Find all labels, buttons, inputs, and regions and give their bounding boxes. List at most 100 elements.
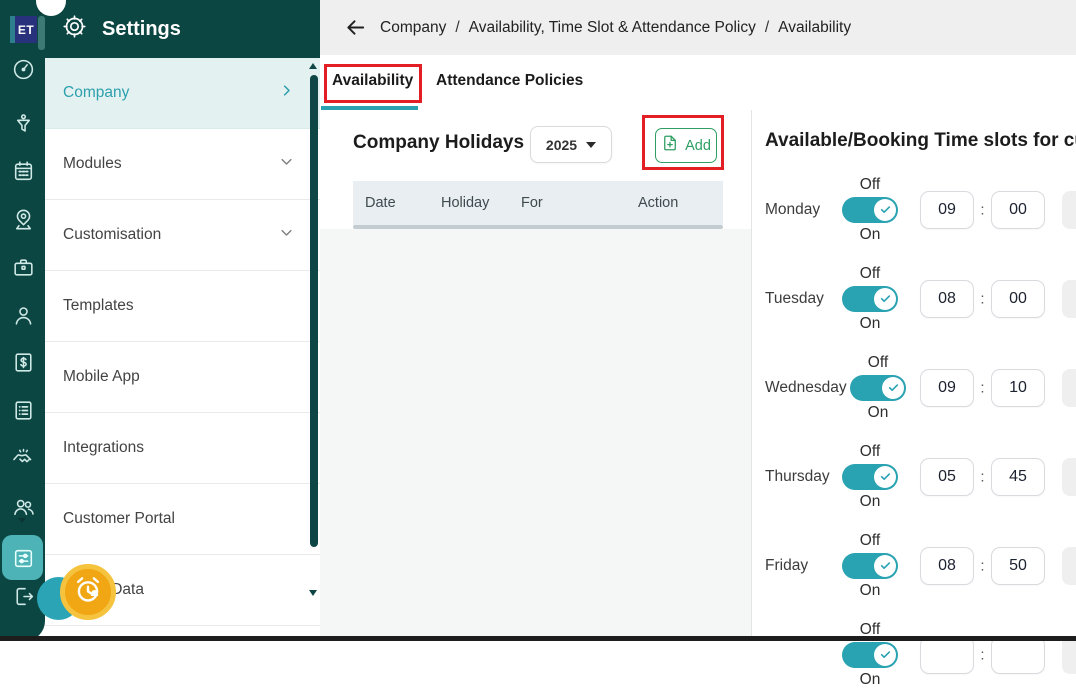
dashboard-icon[interactable] — [10, 56, 36, 82]
sidebar-item-integrations[interactable]: Integrations — [45, 413, 320, 484]
edge-clipped-control[interactable] — [1062, 546, 1076, 585]
timeslot-row-tuesday: Tuesday Off On 08 : 00 — [752, 254, 1076, 343]
toggle-check-icon — [874, 643, 896, 666]
off-label: Off — [859, 531, 881, 549]
calendar-icon[interactable] — [10, 158, 36, 184]
reminder-floating-button[interactable] — [60, 564, 116, 620]
on-label: On — [859, 314, 881, 332]
back-arrow-icon[interactable] — [342, 15, 368, 41]
column-date: Date — [365, 195, 396, 211]
holidays-table-body-empty — [320, 229, 751, 641]
user-icon[interactable] — [10, 302, 36, 328]
edge-clipped-control[interactable] — [1062, 368, 1076, 407]
team-icon[interactable] — [10, 493, 36, 519]
day-toggle[interactable] — [842, 641, 898, 668]
minute-input[interactable]: 10 — [991, 368, 1045, 407]
add-file-icon — [661, 134, 679, 157]
sidebar-item-mobile-app[interactable]: Mobile App — [45, 342, 320, 413]
edge-clipped-control[interactable] — [1062, 190, 1076, 229]
toggle-check-icon — [882, 376, 904, 399]
breadcrumb-bar: Company / Availability, Time Slot & Atte… — [320, 0, 1076, 55]
off-label: Off — [859, 175, 881, 193]
timeslot-row-friday: Friday Off On 08 : 50 — [752, 521, 1076, 610]
hour-input[interactable]: 08 — [920, 279, 974, 318]
toggle-check-icon — [874, 554, 896, 577]
breadcrumb-availability[interactable]: Availability — [778, 19, 851, 37]
chevron-right-icon — [279, 83, 294, 103]
day-toggle[interactable] — [842, 463, 898, 490]
timeslot-row-partial: Off On : — [752, 610, 1076, 699]
sidebar-item-customisation[interactable]: Customisation — [45, 200, 320, 271]
tab-attendance-policies[interactable]: Attendance Policies — [436, 55, 583, 106]
breadcrumb-company[interactable]: Company — [380, 19, 446, 37]
off-label: Off — [859, 442, 881, 460]
hour-input[interactable] — [920, 635, 974, 674]
toggle-check-icon — [874, 465, 896, 488]
edge-clipped-control[interactable] — [1062, 635, 1076, 674]
on-label: On — [859, 581, 881, 599]
chevron-down-icon — [279, 154, 294, 174]
breadcrumb-policy[interactable]: Availability, Time Slot & Attendance Pol… — [469, 19, 756, 37]
sidebar-item-customer-portal[interactable]: Customer Portal — [45, 484, 320, 555]
column-holiday: Holiday — [441, 195, 490, 211]
column-for: For — [521, 195, 543, 211]
location-icon[interactable] — [10, 206, 36, 232]
hour-input[interactable]: 09 — [920, 190, 974, 229]
edge-clipped-control[interactable] — [1062, 279, 1076, 318]
company-holidays-panel: Company Holidays 2025 Add Date Holiday F… — [320, 110, 752, 641]
minute-input[interactable]: 45 — [991, 457, 1045, 496]
toggle-check-icon — [874, 287, 896, 310]
minute-input[interactable]: 50 — [991, 546, 1045, 585]
timeslot-row-wednesday: Wednesday Off On 09 : 10 — [752, 343, 1076, 432]
day-label: Monday — [765, 200, 821, 218]
page-title: Settings — [102, 17, 181, 40]
on-label: On — [867, 403, 889, 421]
hour-input[interactable]: 08 — [920, 546, 974, 585]
logout-icon[interactable] — [10, 583, 36, 609]
day-toggle[interactable] — [842, 552, 898, 579]
day-label: Tuesday — [765, 289, 824, 307]
sidebar-item-modules[interactable]: Modules — [45, 129, 320, 200]
day-toggle[interactable] — [842, 196, 898, 223]
day-toggle[interactable] — [850, 374, 906, 401]
day-label: Wednesday — [765, 378, 847, 396]
minute-input[interactable]: 00 — [991, 190, 1045, 229]
sidebar-item-templates[interactable]: Templates — [45, 271, 320, 342]
gear-icon — [61, 13, 88, 45]
hour-input[interactable]: 05 — [920, 457, 974, 496]
tab-bar: Availability Attendance Policies — [320, 55, 1076, 110]
timeslot-row-monday: Monday Off On 09 : 00 — [752, 165, 1076, 254]
briefcase-icon[interactable] — [10, 254, 36, 280]
on-label: On — [859, 670, 881, 688]
rail-scrollbar[interactable] — [38, 16, 45, 50]
report-list-icon[interactable] — [10, 397, 36, 423]
minute-input[interactable]: 00 — [991, 279, 1045, 318]
icon-rail: ET — [0, 0, 47, 641]
sidebar-scrollbar[interactable] — [310, 75, 318, 547]
day-toggle[interactable] — [842, 285, 898, 312]
rail-more-chevron-icon[interactable] — [18, 518, 26, 523]
billing-icon[interactable] — [10, 349, 36, 375]
settings-sliders-icon[interactable] — [10, 545, 36, 571]
add-holiday-button[interactable]: Add — [655, 128, 717, 163]
lead-filter-icon[interactable] — [10, 111, 36, 137]
holidays-title: Company Holidays — [353, 132, 525, 153]
settings-sidebar: Company Modules Customisation Templates … — [45, 58, 320, 641]
edge-clipped-control[interactable] — [1062, 457, 1076, 496]
timeslots-panel: Available/Booking Time slots for cu Mond… — [752, 110, 1076, 688]
toggle-check-icon — [874, 198, 896, 221]
sidebar-scroll-up-icon[interactable] — [309, 63, 317, 69]
year-dropdown[interactable]: 2025 — [530, 126, 612, 163]
off-label: Off — [867, 353, 889, 371]
hour-input[interactable]: 09 — [920, 368, 974, 407]
annotation-box-add: Add — [642, 115, 724, 170]
sidebar-scroll-down-icon[interactable] — [309, 590, 317, 596]
on-label: On — [859, 225, 881, 243]
chevron-down-icon — [279, 225, 294, 245]
sidebar-item-company[interactable]: Company — [45, 58, 320, 129]
breadcrumb: Company / Availability, Time Slot & Atte… — [380, 18, 852, 37]
annotation-box-availability — [324, 64, 422, 103]
timeslot-row-thursday: Thursday Off On 05 : 45 — [752, 432, 1076, 521]
minute-input[interactable] — [991, 635, 1045, 674]
handshake-icon[interactable] — [10, 445, 36, 471]
